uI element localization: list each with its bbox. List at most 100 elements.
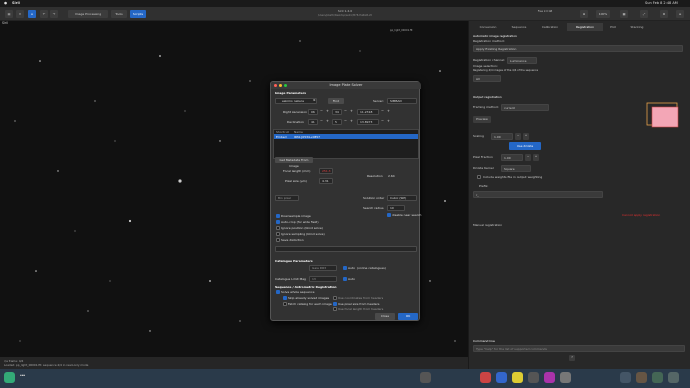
object-search-input[interactable]: eskimo nebula (275, 98, 317, 104)
ra-hours-plus[interactable]: + (326, 109, 329, 113)
limit-mag-input[interactable]: 13 (309, 276, 337, 282)
solve-whole-checkbox[interactable] (276, 290, 280, 294)
ra-sec-plus[interactable]: + (387, 109, 390, 113)
app-menu[interactable]: Siril (12, 1, 20, 5)
reg-channel-select[interactable]: Luminance (507, 57, 537, 64)
tab-calibration[interactable]: Calibration (535, 23, 565, 31)
dock-app-1-icon[interactable] (420, 372, 431, 383)
sequence-heading[interactable]: Sequence / Astrometric Registration (275, 285, 337, 289)
pixel-size-input[interactable]: 4.31 (319, 178, 333, 184)
dec-deg-plus[interactable]: + (326, 119, 329, 123)
home-icon[interactable]: ⌂ (28, 10, 36, 18)
app-icon[interactable] (4, 372, 15, 383)
scaling-minus[interactable]: − (515, 133, 521, 140)
minimize-window-icon[interactable] (279, 84, 282, 87)
close-window-icon[interactable] (274, 84, 277, 87)
ra-hours-minus[interactable]: − (320, 109, 323, 113)
reg-method-select[interactable]: Apply Existing Registration (473, 45, 683, 52)
open-icon[interactable]: ▤ (5, 10, 13, 18)
image-tab[interactable]: Siril (2, 21, 8, 25)
dec-min-plus[interactable]: + (350, 119, 353, 123)
close-button[interactable]: Close (375, 313, 395, 320)
dock-app-2-icon[interactable] (480, 372, 491, 383)
dec-min-minus[interactable]: − (344, 119, 347, 123)
dock-app-4-icon[interactable] (512, 372, 523, 383)
use-focal-checkbox[interactable] (333, 307, 337, 311)
scaling-input[interactable]: 1.00 (491, 133, 513, 140)
dock-app-3-icon[interactable] (496, 372, 507, 383)
use-pixel-checkbox[interactable] (333, 302, 337, 306)
search-radius-input[interactable]: 10 (387, 205, 405, 211)
cmd-help-icon[interactable]: ? (569, 355, 575, 361)
ra-min-plus[interactable]: + (350, 109, 353, 113)
tab-plot[interactable]: Plot (605, 23, 621, 31)
redo-icon[interactable]: ↷ (50, 10, 58, 18)
ra-sec-input[interactable]: 11.2318 (357, 109, 379, 115)
menu-icon[interactable]: ≡ (676, 10, 684, 18)
selection-select[interactable]: All (473, 75, 501, 82)
dock-app-8-icon[interactable] (620, 372, 631, 383)
ra-hours-input[interactable]: 06 (308, 109, 318, 115)
tab-conversion[interactable]: Conversion (473, 23, 503, 31)
table-row[interactable]: Embed IPAS J0534+0857 (274, 134, 418, 139)
clear-icon[interactable]: ⊗ (313, 98, 316, 102)
skip-solved-checkbox[interactable] (283, 296, 287, 300)
catalogue-select[interactable]: Gaia DR3 (309, 265, 337, 271)
dec-deg-input[interactable]: 41 (308, 119, 318, 125)
image-processing-button[interactable]: Image Processing (68, 10, 108, 18)
command-input[interactable]: Type "help" for the list of supported co… (473, 345, 685, 352)
prefix-input[interactable]: r_ (473, 191, 603, 198)
ra-min-input[interactable]: 34 (332, 109, 342, 115)
get-metadata-button[interactable]: Get Metadata From Image (275, 157, 313, 168)
focal-input[interactable]: 251.3 (319, 168, 333, 174)
auto-reg-heading[interactable]: Automatic image registration (473, 34, 517, 38)
tools-button[interactable]: Tools (111, 10, 127, 18)
pixel-fraction-plus[interactable]: + (533, 154, 539, 161)
dec-sec-input[interactable]: 13.8973 (357, 119, 379, 125)
zoom-icon[interactable]: ⊕ (580, 10, 588, 18)
zoom-window-icon[interactable] (284, 84, 287, 87)
ok-button[interactable]: OK (398, 313, 418, 320)
dock-app-7-icon[interactable] (560, 372, 571, 383)
catalogue-auto-checkbox[interactable] (343, 266, 347, 270)
bin-select[interactable]: Bin pixel (275, 195, 299, 201)
pixel-fraction-minus[interactable]: − (525, 154, 531, 161)
apple-icon[interactable]: ● (4, 1, 7, 5)
fetch-catalog-checkbox[interactable] (283, 302, 287, 306)
find-button[interactable]: Find (328, 98, 344, 104)
scripts-button[interactable]: Scripts (130, 10, 146, 18)
manual-reg-heading[interactable]: Manual registration (473, 223, 502, 227)
use-coords-checkbox[interactable] (333, 296, 337, 300)
kernel-select[interactable]: Square (501, 165, 531, 172)
distortion-file-input[interactable] (275, 246, 417, 252)
ra-sec-minus[interactable]: − (381, 109, 384, 113)
drizzle-button[interactable]: Use drizzle (509, 142, 541, 150)
undo-icon[interactable]: ↶ (40, 10, 48, 18)
save-distortion-checkbox[interactable] (276, 238, 280, 242)
dec-deg-minus[interactable]: − (320, 119, 323, 123)
autocrop-checkbox[interactable] (276, 220, 280, 224)
fit-icon[interactable]: ⤢ (640, 10, 648, 18)
image-params-heading[interactable]: Image Parameters (275, 91, 306, 95)
limit-mag-auto-checkbox[interactable] (343, 277, 347, 281)
grid-icon[interactable]: ▦ (620, 10, 628, 18)
dec-sec-minus[interactable]: − (381, 119, 384, 123)
tab-stacking[interactable]: Stacking (623, 23, 651, 31)
disable-near-checkbox[interactable] (387, 213, 391, 217)
tab-sequence[interactable]: Sequence (505, 23, 533, 31)
preview-button[interactable]: Preview (473, 116, 491, 123)
tab-registration[interactable]: Registration (567, 23, 603, 31)
server-select[interactable]: SIMBAD (387, 98, 417, 104)
settings-icon[interactable]: ⚙ (660, 10, 668, 18)
dock-app-5-icon[interactable] (528, 372, 539, 383)
downsample-checkbox[interactable] (276, 214, 280, 218)
framing-select[interactable]: current (501, 104, 549, 111)
scaling-plus[interactable]: + (523, 133, 529, 140)
include-weights-checkbox[interactable] (477, 175, 481, 179)
ignore-position-checkbox[interactable] (276, 226, 280, 230)
dock-app-6-icon[interactable] (544, 372, 555, 383)
pixel-fraction-input[interactable]: 1.00 (501, 154, 523, 161)
dock-app-9-icon[interactable] (636, 372, 647, 383)
ra-min-minus[interactable]: − (344, 109, 347, 113)
recent-icon[interactable]: ▾ (16, 10, 24, 18)
